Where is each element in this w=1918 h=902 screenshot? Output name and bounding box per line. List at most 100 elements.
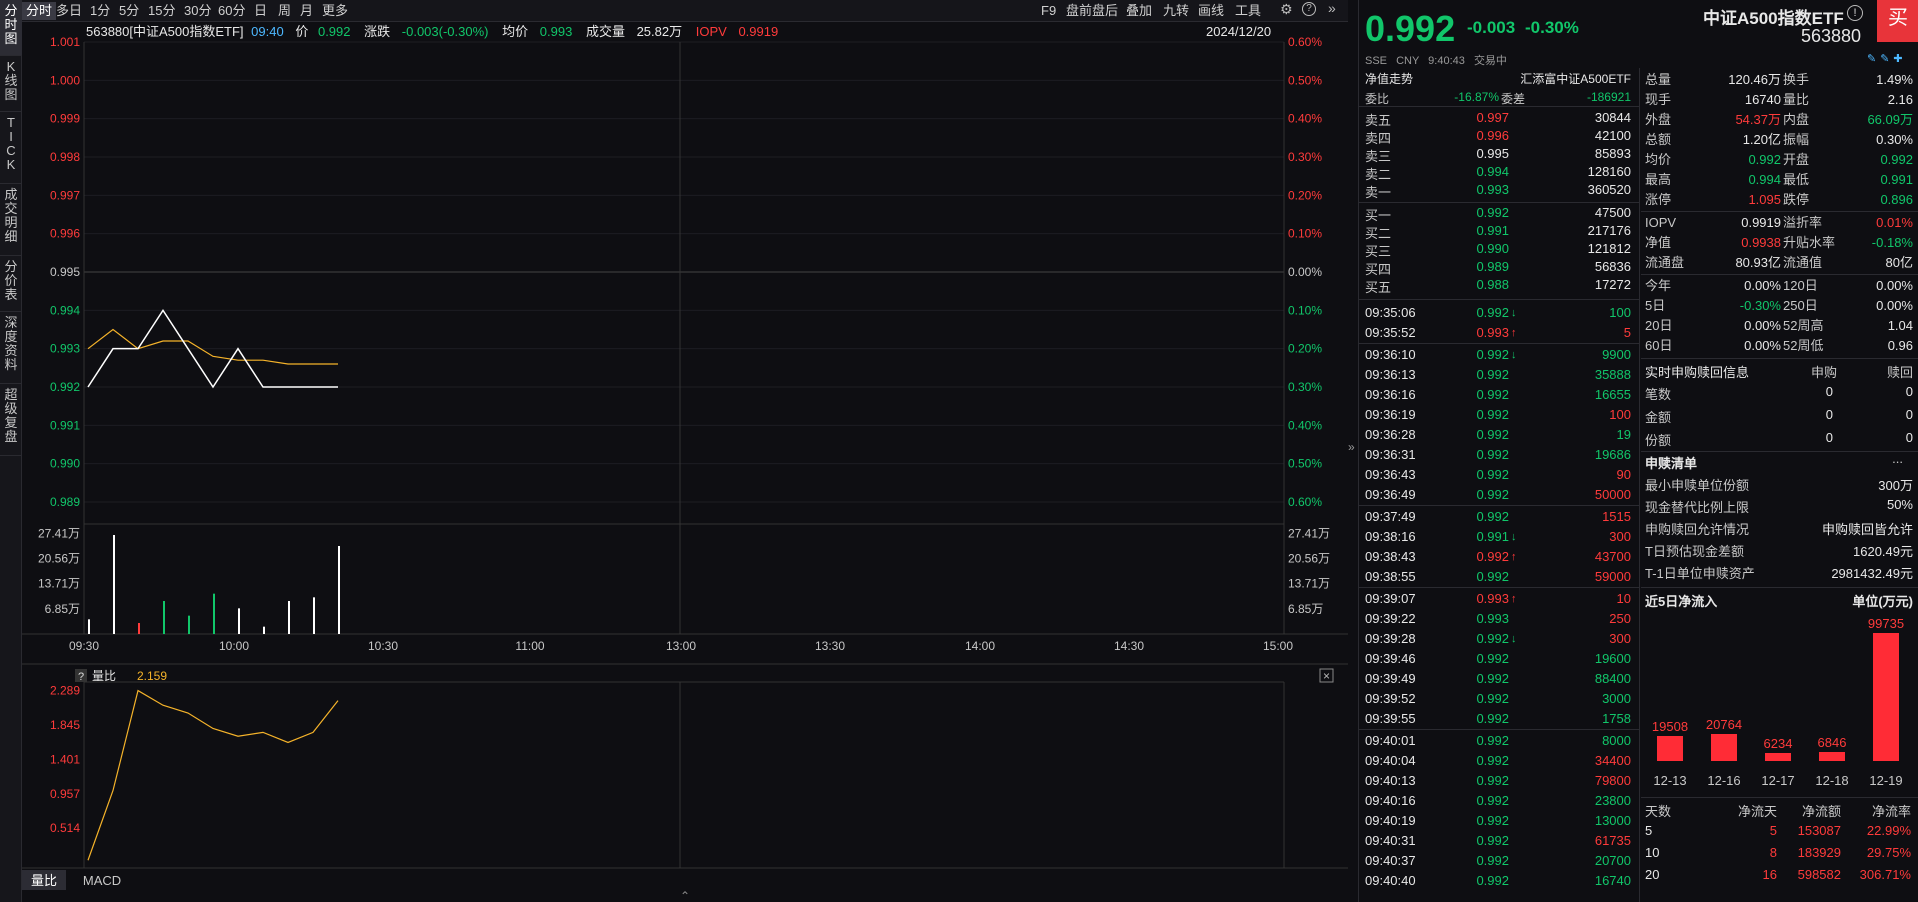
tick-row: 09:36:19 0.992 100 bbox=[1359, 405, 1639, 425]
period-tab-9[interactable]: 月 bbox=[296, 2, 317, 20]
tick-row: 09:40:04 0.992 34400 bbox=[1359, 751, 1639, 771]
tick-time: 09:40:37 bbox=[1365, 853, 1416, 868]
period-tab-2[interactable]: 1分 bbox=[86, 2, 114, 20]
tick-price: 0.992 bbox=[1476, 793, 1509, 808]
tick-price: 0.992 bbox=[1476, 853, 1509, 868]
toolbar-right-4[interactable]: 画线 bbox=[1194, 2, 1228, 20]
divider bbox=[1641, 274, 1918, 275]
sglist-value: 1620.49元 bbox=[1853, 544, 1913, 559]
left-tab-0[interactable]: 分 时 图 bbox=[0, 0, 22, 56]
tick-volume: 10 bbox=[1616, 591, 1631, 606]
nav-label[interactable]: 净值走势 bbox=[1365, 70, 1413, 87]
period-tab-7[interactable]: 日 bbox=[250, 2, 271, 20]
stat-value: 120.46万 bbox=[1728, 72, 1781, 87]
flow-table-head: 净流额 bbox=[1801, 804, 1841, 819]
sglist-label: 现金替代比例上限 bbox=[1645, 500, 1750, 515]
tick-time: 09:39:52 bbox=[1365, 691, 1416, 706]
period-tab-4[interactable]: 15分 bbox=[144, 2, 179, 20]
divider bbox=[1641, 451, 1918, 452]
ask-row: 卖二 0.994 128160 bbox=[1359, 164, 1639, 182]
tick-row: 09:39:22 0.993 250 bbox=[1359, 609, 1639, 629]
toolbar-right-2[interactable]: 叠加 bbox=[1122, 2, 1156, 20]
toolbar-right-1[interactable]: 盘前盘后 bbox=[1062, 2, 1122, 20]
stat-value: 0.00% bbox=[1876, 278, 1913, 293]
tick-volume: 9900 bbox=[1602, 347, 1631, 362]
tick-price: 0.992 bbox=[1476, 671, 1509, 686]
toolbar-right-0[interactable]: F9 bbox=[1037, 2, 1060, 20]
stat-value: 1.04 bbox=[1887, 318, 1913, 333]
price-tick-right: 0.50% bbox=[1288, 73, 1322, 87]
ask-row: 卖一 0.993 360520 bbox=[1359, 182, 1639, 200]
bid-price: 0.992 bbox=[1476, 205, 1509, 220]
edit-icons[interactable]: ✎✎✚ bbox=[1867, 52, 1907, 65]
tick-time: 09:40:40 bbox=[1365, 873, 1416, 888]
stat-value: 80亿 bbox=[1885, 255, 1913, 270]
tick-volume: 23800 bbox=[1594, 793, 1631, 808]
subchart-tick: 1.845 bbox=[50, 718, 80, 732]
buy-button[interactable]: 买 bbox=[1877, 0, 1918, 42]
tick-volume: 13000 bbox=[1594, 813, 1631, 828]
redeem-title: 实时申购赎回信息 bbox=[1645, 365, 1750, 380]
price-tick-left: 0.989 bbox=[50, 495, 80, 509]
redeem-value: 0 bbox=[1825, 407, 1833, 422]
left-tab-4[interactable]: 分 价 表 bbox=[0, 256, 22, 312]
flow-table-head: 净流天 bbox=[1737, 804, 1777, 819]
expand-up-icon: ⌃ bbox=[680, 889, 690, 902]
tick-row: 09:40:13 0.992 79800 bbox=[1359, 771, 1639, 791]
expand-panel-icon[interactable]: » bbox=[1348, 440, 1355, 454]
stat-row: 涨停 1.095 跌停 0.896 bbox=[1641, 190, 1918, 210]
subchart-help-icon: ? bbox=[78, 671, 84, 683]
stat-value: 54.37万 bbox=[1735, 112, 1781, 127]
left-tab-3[interactable]: 成 交 明 细 bbox=[0, 184, 22, 256]
tick-volume: 90 bbox=[1616, 467, 1631, 482]
stat-label: 跌停 bbox=[1783, 192, 1810, 207]
flow-table-head: 净流率 bbox=[1871, 804, 1911, 819]
volume-tick-right: 13.71万 bbox=[1288, 577, 1330, 591]
period-tab-6[interactable]: 60分 bbox=[214, 2, 249, 20]
volume-tick-left: 6.85万 bbox=[45, 602, 80, 616]
tick-time: 09:36:49 bbox=[1365, 487, 1416, 502]
help-icon[interactable]: ? bbox=[1302, 2, 1316, 16]
tick-price: 0.992 bbox=[1476, 305, 1509, 320]
flow-table-cell: 183929 bbox=[1797, 845, 1841, 860]
volume-bar bbox=[188, 615, 190, 634]
time-tick: 13:30 bbox=[815, 639, 845, 653]
toolbar-right-3[interactable]: 九转 bbox=[1159, 2, 1193, 20]
flow-table-head: 天数 bbox=[1645, 804, 1672, 819]
arrow-up-icon: ↑ bbox=[1511, 327, 1517, 339]
time-tick: 11:00 bbox=[515, 639, 544, 653]
divider bbox=[1359, 343, 1639, 344]
stat-label: 开盘 bbox=[1783, 152, 1810, 167]
sglist-more[interactable]: ... bbox=[1892, 451, 1903, 466]
divider bbox=[1641, 587, 1918, 588]
stat-value: -0.18% bbox=[1871, 235, 1913, 250]
bid-volume: 47500 bbox=[1594, 205, 1631, 220]
left-tab-5[interactable]: 深 度 资 料 bbox=[0, 312, 22, 384]
period-tab-10[interactable]: 更多 bbox=[318, 2, 352, 20]
period-tab-0[interactable]: 分时 bbox=[22, 2, 57, 20]
left-tab-6[interactable]: 超 级 复 盘 bbox=[0, 384, 22, 456]
toolbar-right-5[interactable]: 工具 bbox=[1231, 2, 1265, 20]
stat-row: 流通盘 80.93亿 流通值 80亿 bbox=[1641, 253, 1918, 273]
left-tab-1[interactable]: K 线 图 bbox=[0, 56, 22, 112]
price-tick-left: 0.998 bbox=[50, 150, 80, 164]
flow-table-cell: 598582 bbox=[1797, 867, 1841, 882]
price-tick-right: 0.40% bbox=[1288, 112, 1322, 126]
period-tab-5[interactable]: 30分 bbox=[180, 2, 215, 20]
period-tab-8[interactable]: 周 bbox=[274, 2, 295, 20]
tick-row: 09:36:28 0.992 19 bbox=[1359, 425, 1639, 445]
ask-price: 0.994 bbox=[1476, 164, 1509, 179]
settings-icon[interactable]: ⚙ bbox=[1280, 1, 1293, 18]
tick-row: 09:40:19 0.992 13000 bbox=[1359, 811, 1639, 831]
period-tab-3[interactable]: 5分 bbox=[115, 2, 143, 20]
left-tab-2[interactable]: T I C K bbox=[0, 112, 22, 184]
tick-time: 09:39:22 bbox=[1365, 611, 1416, 626]
stats-box: 总量 120.46万 换手 1.49% 现手 16740 量比 2.16 外盘 54.37万 内盘 6… bbox=[1639, 68, 1918, 902]
time-tick: 10:00 bbox=[219, 639, 249, 653]
tick-volume: 8000 bbox=[1602, 733, 1631, 748]
info-icon[interactable]: ! bbox=[1847, 5, 1863, 21]
period-tab-1[interactable]: 多日 bbox=[52, 2, 86, 20]
tick-volume: 19686 bbox=[1594, 447, 1631, 462]
collapse-icon[interactable]: » bbox=[1328, 0, 1336, 16]
intraday-chart[interactable]: 1.001 0.60%1.000 0.50%0.999 0.40%0.998 0.30%… bbox=[22, 22, 1348, 902]
